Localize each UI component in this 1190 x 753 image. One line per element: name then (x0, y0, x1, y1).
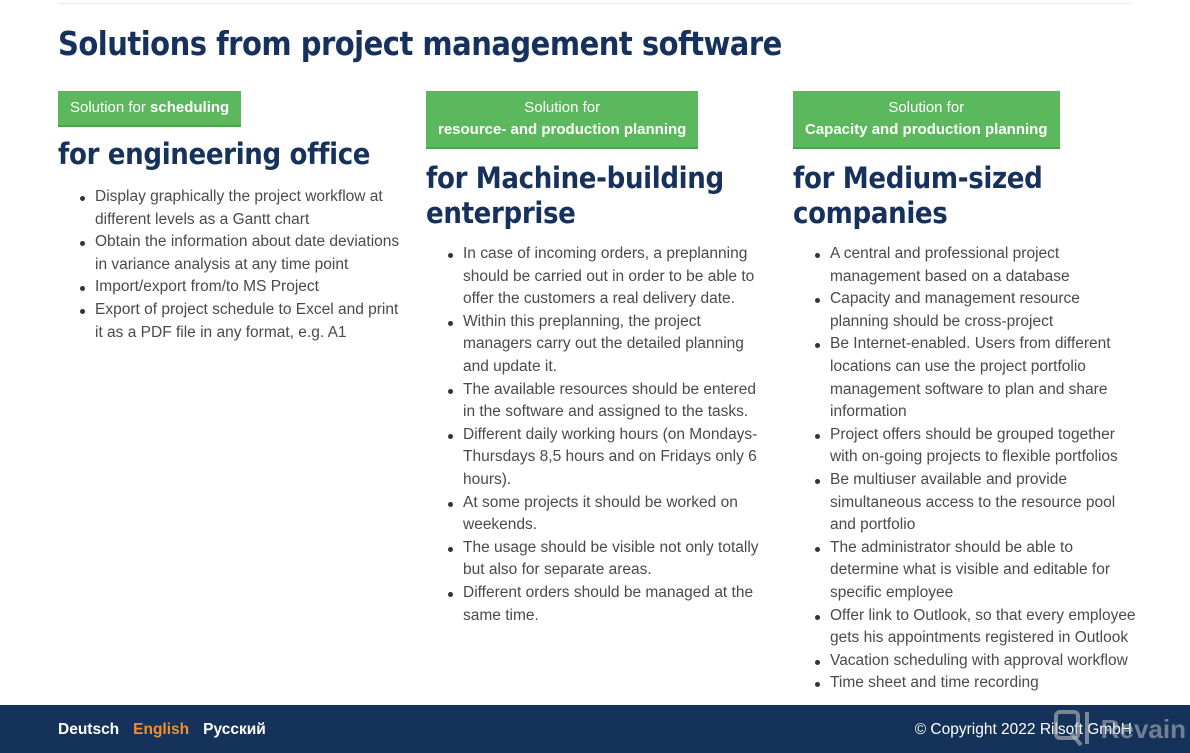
list-item: Different daily working hours (on Monday… (448, 424, 771, 492)
list-item: A central and professional project manag… (815, 243, 1138, 288)
list-item: Project offers should be grouped togethe… (815, 424, 1138, 469)
page-title: Solutions from project management softwa… (58, 24, 782, 63)
feature-list: A central and professional project manag… (793, 243, 1138, 695)
list-item: Time sheet and time recording (815, 672, 1138, 695)
list-item: Vacation scheduling with approval workfl… (815, 650, 1138, 673)
column-heading: for Machine-building enterprise (426, 161, 724, 230)
list-item: In case of incoming orders, a preplannin… (448, 243, 771, 311)
list-item: Be multiuser available and provide simul… (815, 469, 1138, 537)
list-item: At some projects it should be worked on … (448, 492, 771, 537)
badge-strong: Capacity and production planning (805, 121, 1048, 138)
language-switcher: Deutsch English Русский (58, 721, 266, 739)
list-item: Be Internet-enabled. Users from differen… (815, 333, 1138, 423)
column-heading: for Medium-sized companies (793, 161, 1043, 230)
top-divider (58, 3, 1132, 4)
solution-column-capacity-planning: Solution for Capacity and production pla… (793, 91, 1138, 695)
footer: Deutsch English Русский © Copyright 2022… (0, 705, 1190, 753)
badge-prefix: Solution for (70, 99, 151, 116)
language-link-english[interactable]: English (133, 721, 189, 739)
language-link-deutsch[interactable]: Deutsch (58, 721, 119, 739)
solution-badge: Solution for Capacity and production pla… (793, 91, 1060, 149)
feature-list: In case of incoming orders, a preplannin… (426, 243, 771, 627)
solution-badge: Solution for scheduling (58, 91, 242, 127)
badge-prefix: Solution for (524, 99, 601, 116)
copyright-text: © Copyright 2022 Rilsoft GmbH (914, 721, 1132, 738)
list-item: Offer link to Outlook, so that every emp… (815, 605, 1138, 650)
list-item: The available resources should be entere… (448, 379, 771, 424)
list-item: Different orders should be managed at th… (448, 582, 771, 627)
list-item: Import/export from/to MS Project (80, 276, 403, 299)
column-heading: for engineering office (58, 137, 371, 171)
list-item: Export of project schedule to Excel and … (80, 299, 403, 344)
list-item: Display graphically the project workflow… (80, 186, 403, 231)
list-item: The administrator should be able to dete… (815, 537, 1138, 605)
solution-column-scheduling: Solution for scheduling for engineering … (58, 91, 403, 344)
list-item: Within this preplanning, the project man… (448, 311, 771, 379)
list-item: The usage should be visible not only tot… (448, 537, 771, 582)
list-item: Obtain the information about date deviat… (80, 231, 403, 276)
feature-list: Display graphically the project workflow… (58, 186, 403, 344)
solution-badge: Solution for resource- and production pl… (426, 91, 699, 149)
badge-prefix: Solution for (888, 99, 965, 116)
badge-strong: scheduling (150, 99, 230, 116)
language-link-russian[interactable]: Русский (203, 721, 266, 739)
badge-strong: resource- and production planning (438, 121, 687, 138)
list-item: Capacity and management resource plannin… (815, 288, 1138, 333)
solution-column-resource-planning: Solution for resource- and production pl… (426, 91, 771, 627)
